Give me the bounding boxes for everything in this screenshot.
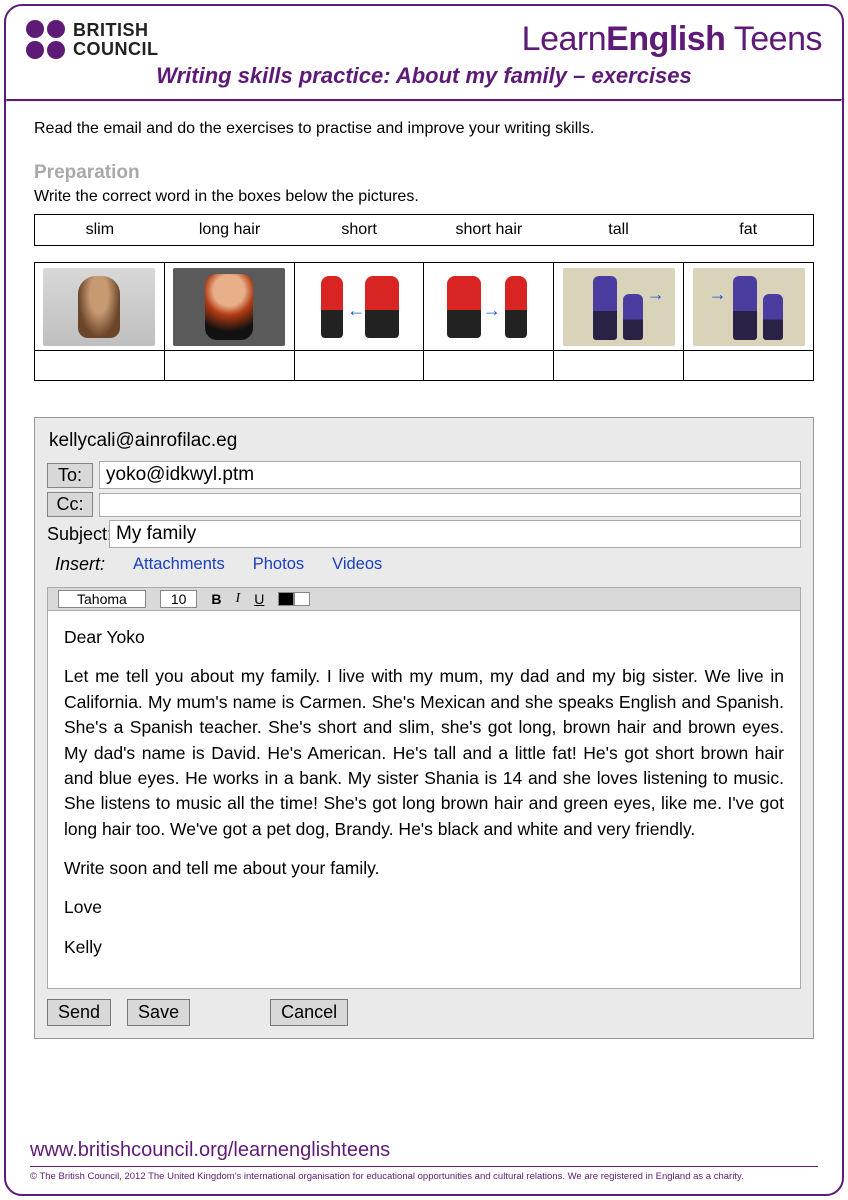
cancel-button[interactable]: Cancel [270,999,348,1026]
picture-cell: ← [294,263,424,351]
picture-cell [164,263,294,351]
bc-text-2: COUNCIL [73,40,159,59]
arrow-right-icon: → [483,300,501,321]
picture-cell: → [684,263,814,351]
picture-fat-vs-slim: → [433,268,545,346]
answer-box[interactable] [35,351,165,381]
bc-text-1: BRITISH [73,21,159,40]
picture-short-tall: → [693,268,805,346]
cc-label[interactable]: Cc: [47,492,93,517]
from-address: kellycali@ainrofilac.eg [47,428,801,458]
preparation-instruction: Write the correct word in the boxes belo… [34,188,814,206]
answer-box[interactable] [684,351,814,381]
email-composer: kellycali@ainrofilac.eg To: yoko@idkwyl.… [34,417,814,1039]
insert-label: Insert: [55,554,105,575]
british-council-logo: BRITISH COUNCIL [26,20,159,59]
subject-field[interactable]: My family [109,520,801,548]
body-paragraph: Let me tell you about my family. I live … [64,664,784,842]
picture-cell: → [424,263,554,351]
wordbank-item: tall [554,215,684,245]
wordbank-item: short [294,215,424,245]
insert-attachments-link[interactable]: Attachments [133,555,225,574]
cc-field[interactable] [99,493,801,517]
picture-short-hair-person [173,268,285,346]
picture-long-hair-woman [43,268,155,346]
picture-tall-short: → [563,268,675,346]
body-paragraph: Write soon and tell me about your family… [64,856,784,881]
format-toolbar: Tahoma 10 B I U [47,587,801,611]
subject-label: Subject: [47,524,103,545]
answer-box[interactable] [294,351,424,381]
font-selector[interactable]: Tahoma [58,590,146,608]
save-button[interactable]: Save [127,999,190,1026]
answer-box[interactable] [554,351,684,381]
wordbank-item: fat [683,215,813,245]
color-swatch[interactable] [278,592,310,606]
arrow-right-icon: → [647,284,665,305]
wordbank: slim long hair short short hair tall fat [34,214,814,246]
to-field[interactable]: yoko@idkwyl.ptm [99,461,801,489]
arrow-left-icon: ← [347,300,365,321]
wordbank-item: slim [35,215,165,245]
preparation-heading: Preparation [34,162,814,184]
send-button[interactable]: Send [47,999,111,1026]
answer-box[interactable] [424,351,554,381]
greeting: Dear Yoko [64,625,784,650]
underline-button[interactable]: U [254,591,264,607]
sender-name: Kelly [64,935,784,960]
signoff: Love [64,895,784,920]
footer: www.britishcouncil.org/learnenglishteens… [30,1139,818,1182]
picture-cell: → [554,263,684,351]
logo-dots-icon [26,20,65,59]
arrow-right-icon: → [709,284,727,305]
content: Read the email and do the exercises to p… [6,102,842,1039]
learn-english-teens-logo: LearnEnglish Teens [522,20,822,59]
answer-box[interactable] [164,351,294,381]
bold-button[interactable]: B [211,591,221,607]
email-body[interactable]: Dear Yoko Let me tell you about my famil… [47,611,801,989]
picture-cell [35,263,165,351]
footer-copyright: © The British Council, 2012 The United K… [30,1171,818,1182]
picture-slim-vs-fat: ← [303,268,415,346]
intro-text: Read the email and do the exercises to p… [34,120,814,138]
font-size-selector[interactable]: 10 [160,590,198,608]
to-label[interactable]: To: [47,463,93,488]
insert-photos-link[interactable]: Photos [253,555,304,574]
wordbank-item: short hair [424,215,554,245]
wordbank-item: long hair [165,215,295,245]
worksheet-page: BRITISH COUNCIL LearnEnglish Teens Writi… [4,4,844,1196]
page-title: Writing skills practice: About my family… [26,63,822,89]
header: BRITISH COUNCIL LearnEnglish Teens Writi… [6,6,842,89]
insert-videos-link[interactable]: Videos [332,555,382,574]
footer-url: www.britishcouncil.org/learnenglishteens [30,1139,818,1164]
picture-grid: ← → → → [34,262,814,381]
italic-button[interactable]: I [236,591,241,607]
